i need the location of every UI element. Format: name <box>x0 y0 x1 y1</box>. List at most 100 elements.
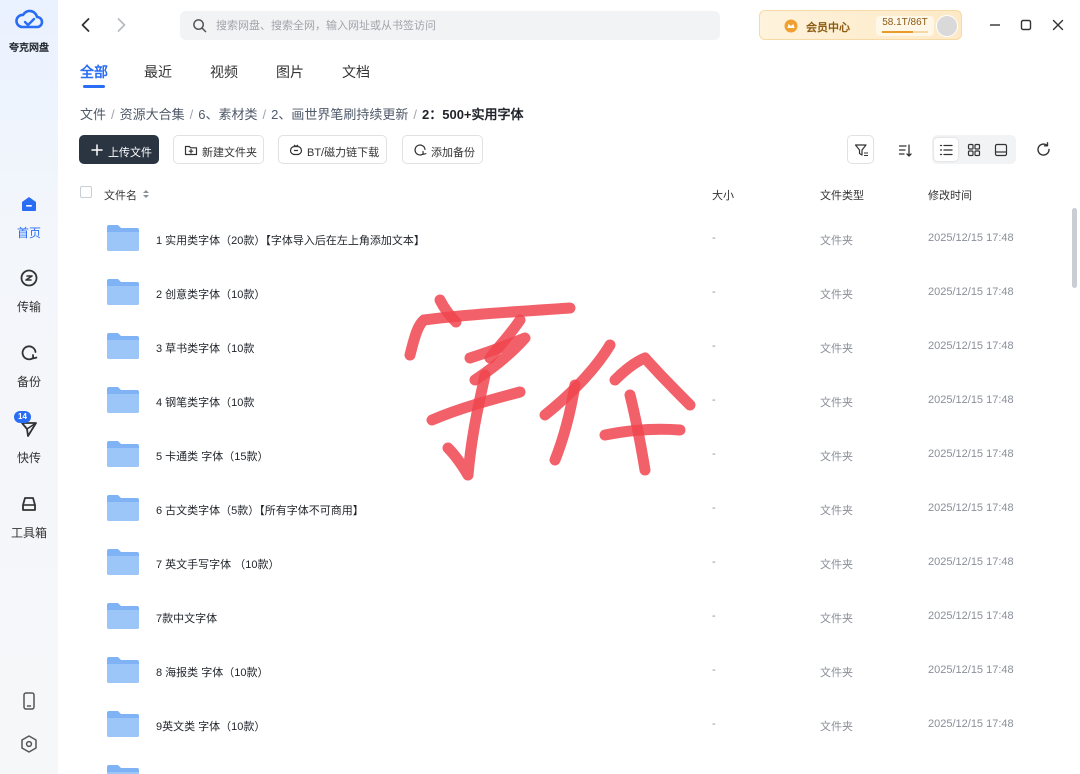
storage-quota-fill <box>882 31 914 33</box>
breadcrumb-current: 2：500+实用字体 <box>422 107 524 122</box>
table-row[interactable] <box>80 751 1060 774</box>
avatar[interactable] <box>936 15 958 37</box>
file-type: 文件夹 <box>820 343 853 355</box>
file-name: 6 古文类字体（5款）【所有字体不可商用】 <box>156 505 364 517</box>
folder-icon <box>107 657 139 683</box>
sidebar-item-backup[interactable]: 备份 <box>0 343 58 390</box>
table-row[interactable]: 7 英文手写字体 （10款） - 文件夹 2025/12/15 17:48 <box>80 535 1060 589</box>
file-type: 文件夹 <box>820 505 853 517</box>
tab-recent[interactable]: 最近 <box>144 62 172 82</box>
table-row[interactable]: 2 创意类字体（10款） - 文件夹 2025/12/15 17:48 <box>80 265 1060 319</box>
back-arrow-icon[interactable] <box>76 15 96 35</box>
table-row[interactable]: 3 草书类字体（10款 - 文件夹 2025/12/15 17:48 <box>80 319 1060 373</box>
maximize-icon[interactable] <box>1016 15 1036 35</box>
new-folder-button[interactable]: 新建文件夹 <box>173 135 264 164</box>
breadcrumb-item[interactable]: 文件 <box>80 107 106 122</box>
folder-icon <box>107 225 139 251</box>
search-icon <box>193 19 207 33</box>
tab-document[interactable]: 文档 <box>342 62 370 82</box>
tab-video[interactable]: 视频 <box>210 62 238 82</box>
file-size: - <box>712 340 716 352</box>
file-size: - <box>712 448 716 460</box>
table-row[interactable]: 9英文类 字体（10款） - 文件夹 2025/12/15 17:48 <box>80 697 1060 751</box>
file-modified-time: 2025/12/15 17:48 <box>928 502 1014 514</box>
upload-button[interactable]: 上传文件 <box>79 135 159 164</box>
add-backup-button[interactable]: 添加备份 <box>402 135 483 164</box>
file-size: - <box>712 394 716 406</box>
folder-icon <box>107 603 139 629</box>
preview-view-button[interactable] <box>989 138 1013 161</box>
file-name: 7款中文字体 <box>156 613 218 625</box>
sort-icon <box>898 144 912 157</box>
file-type: 文件夹 <box>820 559 853 571</box>
grid-view-button[interactable] <box>962 138 986 161</box>
member-center-button[interactable]: 会员中心 58.1T/86T <box>759 10 962 40</box>
folder-icon <box>107 279 139 305</box>
sidebar-item-quick-send[interactable]: 14 快传 <box>0 411 58 466</box>
header-filename[interactable]: 文件名 <box>104 187 150 203</box>
sort-toggle-icon <box>143 190 150 198</box>
tab-image[interactable]: 图片 <box>276 62 304 82</box>
breadcrumb-separator: / <box>262 107 267 122</box>
select-all-checkbox[interactable] <box>80 186 92 198</box>
close-icon[interactable] <box>1048 15 1068 35</box>
scrollbar[interactable] <box>1072 208 1077 288</box>
new-folder-icon <box>184 145 198 156</box>
breadcrumb-separator: / <box>413 107 417 122</box>
table-row[interactable]: 6 古文类字体（5款）【所有字体不可商用】 - 文件夹 2025/12/15 17:4… <box>80 481 1060 535</box>
search-bar[interactable] <box>180 11 720 40</box>
sidebar-item-label: 快传 <box>16 451 41 465</box>
file-modified-time: 2025/12/15 17:48 <box>928 556 1014 568</box>
file-name: 5 卡通类 字体（15款） <box>156 451 269 463</box>
sidebar-item-home[interactable]: 首页 <box>0 194 58 241</box>
file-size: - <box>712 610 716 622</box>
transfer-icon <box>20 269 38 287</box>
list-view-button[interactable] <box>934 138 958 161</box>
forward-arrow-icon[interactable] <box>111 15 131 35</box>
bt-download-button[interactable]: BT/磁力链下载 <box>278 135 387 164</box>
storage-quota-bar <box>882 31 928 33</box>
file-name: 7 英文手写字体 （10款） <box>156 559 280 571</box>
sort-button[interactable] <box>891 135 918 164</box>
filter-button[interactable] <box>847 135 874 164</box>
sidebar-item-toolbox[interactable]: 工具箱 <box>0 494 58 541</box>
sidebar-item-transfer[interactable]: 传输 <box>0 268 58 315</box>
header-type[interactable]: 文件类型 <box>820 187 864 203</box>
file-type: 文件夹 <box>820 451 853 463</box>
new-folder-button-label: 新建文件夹 <box>202 147 257 159</box>
folder-icon <box>107 387 139 413</box>
filter-icon <box>854 144 868 157</box>
header-modified[interactable]: 修改时间 <box>928 187 972 203</box>
storage-quota: 58.1T/86T <box>876 16 934 36</box>
folder-icon <box>107 333 139 359</box>
table-row[interactable]: 4 钢笔类字体（10款 - 文件夹 2025/12/15 17:48 <box>80 373 1060 427</box>
app-logo[interactable]: 夸克网盘 <box>0 8 58 54</box>
backup-icon <box>21 345 38 361</box>
breadcrumb-item[interactable]: 2、画世界笔刷持续更新 <box>271 107 408 122</box>
breadcrumb-item[interactable]: 6、素材类 <box>198 107 257 122</box>
table-row[interactable]: 7款中文字体 - 文件夹 2025/12/15 17:48 <box>80 589 1060 643</box>
file-type: 文件夹 <box>820 613 853 625</box>
app-window: 夸克网盘 首页 传输 备份 14 快传 工具箱 搜索网盘、搜索全网，输入网址或从… <box>0 0 1080 774</box>
table-row[interactable]: 5 卡通类 字体（15款） - 文件夹 2025/12/15 17:48 <box>80 427 1060 481</box>
tab-all[interactable]: 全部 <box>80 62 108 88</box>
table-row[interactable]: 1 实用类字体（20款）【字体导入后在左上角添加文本】 - 文件夹 2025/12/1… <box>80 211 1060 265</box>
file-modified-time: 2025/12/15 17:48 <box>928 664 1014 676</box>
toolbox-icon <box>22 497 36 511</box>
refresh-icon[interactable] <box>1035 141 1052 158</box>
phone-icon[interactable] <box>19 691 39 711</box>
table-row[interactable]: 8 海报类 字体（10款） - 文件夹 2025/12/15 17:48 <box>80 643 1060 697</box>
breadcrumb: 文件 / 资源大合集 / 6、素材类 / 2、画世界笔刷持续更新 / 2：500+实用字体 <box>80 104 524 123</box>
sidebar-item-label: 工具箱 <box>10 526 47 540</box>
sidebar-item-label: 首页 <box>16 226 41 240</box>
sidebar-item-label: 备份 <box>16 375 41 389</box>
file-size: - <box>712 286 716 298</box>
breadcrumb-item[interactable]: 资源大合集 <box>120 107 185 122</box>
folder-icon <box>107 441 139 467</box>
minimize-icon[interactable] <box>985 15 1005 35</box>
plus-icon <box>91 144 103 156</box>
settings-icon[interactable] <box>19 734 39 754</box>
file-size: - <box>712 502 716 514</box>
header-size[interactable]: 大小 <box>712 187 734 203</box>
search-input[interactable] <box>216 11 706 40</box>
